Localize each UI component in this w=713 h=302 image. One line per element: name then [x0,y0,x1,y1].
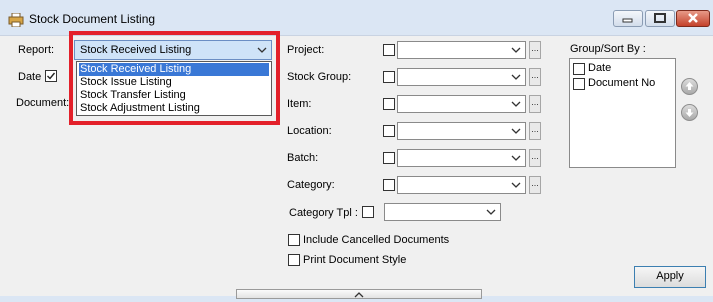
batch-checkbox[interactable] [383,152,395,164]
project-checkbox[interactable] [383,44,395,56]
location-label: Location: [287,125,332,137]
arrow-up-icon [685,82,694,90]
apply-button[interactable]: Apply [634,266,706,288]
item-label: Item: [287,98,312,110]
stock-group-label: Stock Group: [287,71,352,83]
chevron-up-icon [354,292,364,298]
minimize-icon [622,18,633,23]
chevron-down-icon [511,155,521,161]
close-icon [688,13,698,23]
project-label: Project: [287,44,325,56]
location-more-button[interactable]: ... [529,122,541,140]
category-more-button[interactable]: ... [529,176,541,194]
include-cancelled-checkbox[interactable] [288,234,300,246]
report-dropdown[interactable]: Stock Received Listing [74,40,272,60]
sort-item-label: Document No [588,77,656,89]
window-title: Stock Document Listing [29,12,156,26]
item-checkbox[interactable] [383,98,395,110]
include-cancelled-label: Include Cancelled Documents [303,234,450,246]
chevron-down-icon [511,182,521,188]
project-more-button[interactable]: ... [529,41,541,59]
move-up-button[interactable] [681,78,698,95]
arrow-down-icon [685,109,694,117]
chevron-down-icon [511,101,521,107]
check-icon [47,72,56,80]
chevron-down-icon [486,209,496,215]
chevron-down-icon [511,47,521,53]
sort-item-label: Date [588,62,612,74]
minimize-button[interactable] [613,10,643,27]
item-dropdown[interactable] [397,95,526,113]
location-dropdown[interactable] [397,122,526,140]
report-option[interactable]: Stock Adjustment Listing [79,102,269,115]
stock-group-dropdown[interactable] [397,68,526,86]
stock-group-checkbox[interactable] [383,71,395,83]
print-style-label: Print Document Style [303,254,407,266]
batch-more-button[interactable]: ... [529,149,541,167]
category-tpl-dropdown[interactable] [384,203,501,221]
document-label: Document: [16,97,70,109]
print-style-checkbox[interactable] [288,254,300,266]
category-checkbox[interactable] [383,179,395,191]
report-option[interactable]: Stock Received Listing [79,63,269,76]
splitter-handle[interactable] [236,289,482,299]
stock-group-more-button[interactable]: ... [529,68,541,86]
item-more-button[interactable]: ... [529,95,541,113]
printer-icon [8,13,24,27]
report-option[interactable]: Stock Transfer Listing [79,89,269,102]
date-label: Date [18,71,42,83]
sort-date-checkbox[interactable] [573,63,585,75]
report-option[interactable]: Stock Issue Listing [79,76,269,89]
category-tpl-checkbox[interactable] [362,206,374,218]
move-down-button[interactable] [681,104,698,121]
category-dropdown[interactable] [397,176,526,194]
group-sort-list[interactable]: Date Document No [569,58,676,168]
category-label: Category: [287,179,335,191]
location-checkbox[interactable] [383,125,395,137]
batch-label: Batch: [287,152,319,164]
project-dropdown[interactable] [397,41,526,59]
maximize-button[interactable] [645,10,675,27]
chevron-down-icon [511,128,521,134]
report-dropdown-list: Stock Received Listing Stock Issue Listi… [76,61,272,116]
batch-dropdown[interactable] [397,149,526,167]
chevron-down-icon [511,74,521,80]
report-selected-value: Stock Received Listing [80,44,192,56]
chevron-down-icon[interactable] [257,46,267,54]
sort-document-no-checkbox[interactable] [573,78,585,90]
report-label: Report: [18,44,55,56]
close-button[interactable] [676,10,710,27]
group-sort-label: Group/Sort By : [570,43,646,55]
category-tpl-label: Category Tpl : [289,207,358,219]
maximize-icon [654,13,666,23]
date-checkbox[interactable] [45,70,57,82]
